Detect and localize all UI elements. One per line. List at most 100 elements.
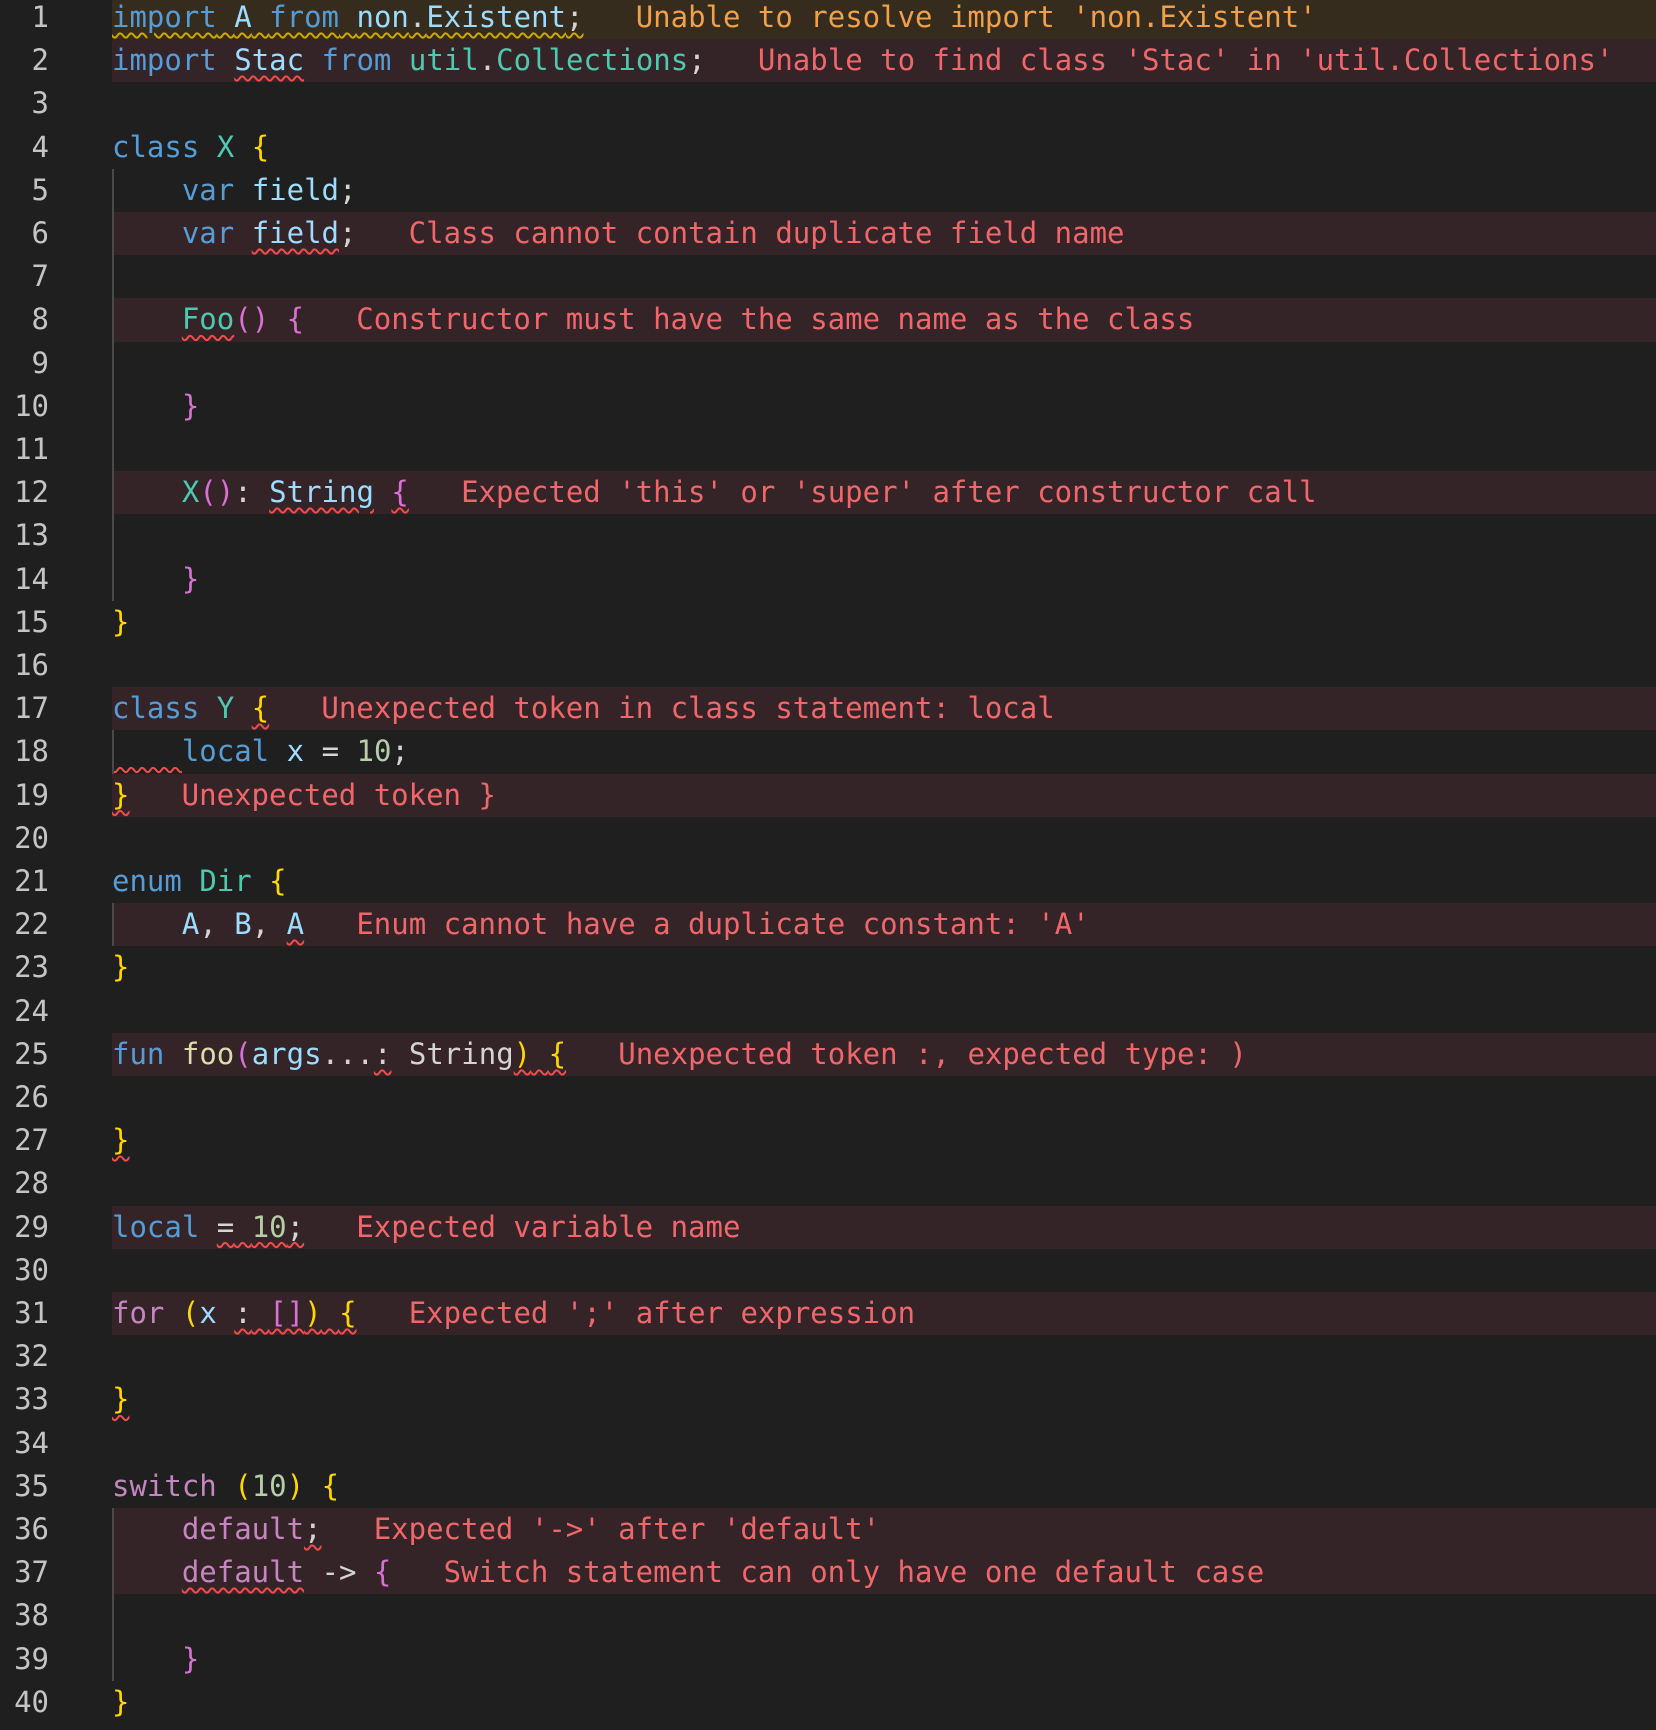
code-text[interactable]: } bbox=[112, 1378, 129, 1421]
code-text[interactable]: } bbox=[112, 385, 199, 428]
code-line[interactable]: 2 import Stac from util.Collections; Unabl… bbox=[0, 39, 1656, 83]
code-text[interactable]: class Y {Unexpected token in class state… bbox=[112, 687, 1055, 730]
code-text[interactable]: } bbox=[112, 558, 199, 601]
code-line[interactable]: 7 bbox=[0, 255, 1656, 298]
code-text[interactable]: Foo() {Constructor must have the same na… bbox=[112, 298, 1195, 341]
code-token: switch bbox=[112, 1468, 217, 1503]
code-text[interactable]: fun foo(args...: String) {Unexpected tok… bbox=[112, 1033, 1247, 1076]
code-token-squiggle: Stac bbox=[234, 43, 305, 78]
code-token-squiggle: { bbox=[548, 1036, 567, 1071]
code-line[interactable]: 19} Unexpected token } bbox=[0, 773, 1656, 817]
line-number: 1 bbox=[31, 0, 49, 34]
code-text[interactable]: default -> {Switch statement can only ha… bbox=[112, 1551, 1264, 1594]
code-line[interactable]: 16 bbox=[0, 644, 1656, 687]
code-text[interactable]: default; Expected '->' after 'default' bbox=[112, 1508, 880, 1551]
code-token: . bbox=[478, 43, 497, 78]
code-line[interactable]: 11 bbox=[0, 428, 1656, 471]
code-line[interactable]: 33} bbox=[0, 1378, 1656, 1421]
code-line[interactable]: 31 for (x : []) {Expected ';' after expre… bbox=[0, 1292, 1656, 1336]
code-token-squiggle: Existent bbox=[426, 0, 567, 34]
code-line[interactable]: 20 bbox=[0, 817, 1656, 860]
code-line[interactable]: 4 class X { bbox=[0, 126, 1656, 169]
code-line[interactable]: 34 bbox=[0, 1422, 1656, 1465]
code-line[interactable]: 39 } bbox=[0, 1638, 1656, 1681]
code-line[interactable]: 40} bbox=[0, 1681, 1656, 1724]
code-line[interactable]: 14 } bbox=[0, 558, 1656, 601]
code-text[interactable]: import Stac from util.Collections; Unable… bbox=[112, 39, 1613, 82]
code-line[interactable]: 24 bbox=[0, 990, 1656, 1033]
code-token: } bbox=[112, 604, 130, 639]
code-text[interactable]: var field; Class cannot contain duplicate… bbox=[112, 212, 1125, 255]
code-line[interactable]: 9 bbox=[0, 342, 1656, 385]
code-text[interactable]: } bbox=[112, 1638, 199, 1681]
code-line[interactable]: 3 bbox=[0, 82, 1656, 125]
code-text[interactable]: X(): String {Expected 'this' or 'super' … bbox=[112, 471, 1317, 514]
code-token: () bbox=[234, 302, 270, 337]
code-text[interactable]: } bbox=[112, 601, 129, 644]
code-text[interactable]: } Unexpected token } bbox=[112, 774, 496, 817]
code-text[interactable]: } bbox=[112, 946, 129, 989]
code-text[interactable]: local = 10; Expected variable name bbox=[112, 1206, 740, 1249]
code-line[interactable]: 37 default -> {Switch statement can only… bbox=[0, 1551, 1656, 1595]
code-text[interactable]: enum Dir { bbox=[112, 860, 287, 903]
code-line[interactable]: 22 A, B, A Enum cannot have a duplicate c… bbox=[0, 903, 1656, 947]
code-text[interactable]: local x = 10; bbox=[112, 730, 409, 773]
code-token: () bbox=[199, 475, 235, 510]
code-line[interactable]: 28 bbox=[0, 1162, 1656, 1205]
code-text[interactable]: for (x : []) {Expected ';' after express… bbox=[112, 1292, 915, 1335]
code-token: 10 bbox=[251, 1468, 287, 1503]
code-line[interactable]: 13 bbox=[0, 514, 1656, 557]
code-editor[interactable]: 1 import A from non.Existent; Unable to re… bbox=[0, 0, 1656, 1730]
line-number: 24 bbox=[14, 993, 49, 1028]
code-token-squiggle: ; bbox=[286, 1209, 305, 1244]
code-line[interactable]: 32 bbox=[0, 1335, 1656, 1378]
code-line[interactable]: 26 bbox=[0, 1076, 1656, 1119]
code-token-squiggle bbox=[112, 734, 182, 768]
code-text[interactable]: A, B, A Enum cannot have a duplicate cons… bbox=[112, 903, 1090, 946]
code-line[interactable]: 18 local x = 10; bbox=[0, 730, 1656, 773]
code-line[interactable]: 36 default; Expected '->' after 'default' bbox=[0, 1508, 1656, 1552]
line-number: 13 bbox=[14, 518, 49, 553]
code-line[interactable]: 30 bbox=[0, 1249, 1656, 1292]
line-number: 3 bbox=[31, 86, 49, 121]
code-token: enum bbox=[112, 864, 182, 898]
code-line[interactable]: 15} bbox=[0, 601, 1656, 644]
code-token: from bbox=[321, 43, 392, 78]
code-text[interactable]: } bbox=[112, 1681, 129, 1724]
code-line[interactable]: 38 bbox=[0, 1594, 1656, 1637]
code-text[interactable]: switch (10) { bbox=[112, 1465, 339, 1508]
code-text[interactable]: var field; bbox=[112, 169, 357, 212]
line-number: 39 bbox=[14, 1641, 49, 1676]
code-line[interactable]: 27} bbox=[0, 1119, 1656, 1162]
code-line[interactable]: 5 var field; bbox=[0, 169, 1656, 212]
code-line[interactable]: 10 } bbox=[0, 385, 1656, 428]
code-line[interactable]: 6 var field; Class cannot contain duplica… bbox=[0, 212, 1656, 256]
line-number: 20 bbox=[14, 820, 49, 855]
code-token: Collections bbox=[496, 43, 689, 78]
code-line[interactable]: 29 local = 10; Expected variable name bbox=[0, 1205, 1656, 1249]
code-line[interactable]: 23} bbox=[0, 946, 1656, 989]
code-text[interactable]: } bbox=[112, 1119, 129, 1162]
line-number: 40 bbox=[14, 1684, 49, 1719]
code-line[interactable]: 25 fun foo(args...: String) {Unexpected t… bbox=[0, 1032, 1656, 1076]
code-text[interactable]: class X { bbox=[112, 126, 269, 169]
code-line[interactable]: 8 Foo() {Constructor must have the same … bbox=[0, 298, 1656, 342]
code-line[interactable]: 35 switch (10) { bbox=[0, 1465, 1656, 1508]
code-line[interactable]: 21 enum Dir { bbox=[0, 860, 1656, 903]
code-token: default bbox=[181, 1512, 305, 1546]
code-token: B bbox=[234, 907, 252, 942]
code-line[interactable]: 12 X(): String {Expected 'this' or 'supe… bbox=[0, 471, 1656, 515]
code-line[interactable]: 1 import A from non.Existent; Unable to re… bbox=[0, 0, 1656, 40]
code-text[interactable]: import A from non.Existent; Unable to res… bbox=[112, 0, 1317, 39]
code-token: var bbox=[181, 216, 235, 250]
code-line[interactable]: 17 class Y {Unexpected token in class sta… bbox=[0, 687, 1656, 731]
